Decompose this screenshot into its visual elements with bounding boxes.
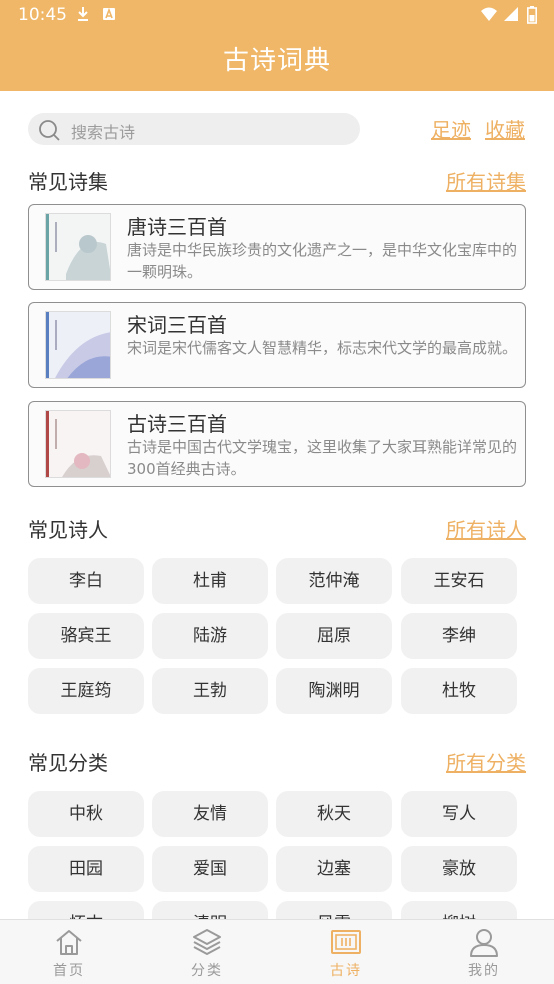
collection-name: 古诗三百首 xyxy=(127,412,227,436)
collection-name: 唐诗三百首 xyxy=(127,215,227,239)
app-header: 10:45 古诗词典 xyxy=(0,0,554,91)
status-bar: 10:45 xyxy=(0,0,554,32)
poet-chip[interactable]: 王安石 xyxy=(401,558,517,604)
download-icon xyxy=(78,7,88,21)
category-chip[interactable]: 豪放 xyxy=(401,846,517,892)
collections-title: 常见诗集 xyxy=(28,170,108,194)
tab-categories[interactable]: 分类 xyxy=(138,920,276,984)
collection-cover xyxy=(45,311,111,379)
categories-title: 常见分类 xyxy=(28,751,108,775)
tab-label: 古诗 xyxy=(330,963,362,979)
category-chip[interactable]: 写人 xyxy=(401,791,517,837)
scroll-icon xyxy=(331,930,361,954)
collection-desc: 唐诗是中华民族珍贵的文化遗产之一，是中华文化宝库中的一颗明珠。 xyxy=(127,241,518,281)
search-input[interactable]: 搜索古诗 xyxy=(28,113,360,145)
poet-chip[interactable]: 屈原 xyxy=(276,613,392,659)
collection-cover xyxy=(45,410,111,478)
poet-chip[interactable]: 杜甫 xyxy=(152,558,268,604)
tab-label: 分类 xyxy=(191,963,223,979)
battery-icon xyxy=(527,6,537,24)
poet-chip[interactable]: 陶渊明 xyxy=(276,668,392,714)
poet-chip[interactable]: 杜牧 xyxy=(401,668,517,714)
search-icon xyxy=(39,120,60,141)
layers-icon xyxy=(193,929,221,955)
poet-chip[interactable]: 范仲淹 xyxy=(276,558,392,604)
poets-title: 常见诗人 xyxy=(28,518,108,542)
status-time: 10:45 xyxy=(18,5,67,25)
category-chip[interactable]: 田园 xyxy=(28,846,144,892)
page-title: 古诗词典 xyxy=(222,46,331,76)
category-chip[interactable]: 秋天 xyxy=(276,791,392,837)
wifi-icon xyxy=(481,7,497,21)
tab-home[interactable]: 首页 xyxy=(0,920,138,984)
tab-poems[interactable]: 古诗 xyxy=(277,920,415,984)
all-poets-link[interactable]: 所有诗人 xyxy=(446,514,526,543)
collection-card-gushi[interactable]: 古诗三百首 古诗是中国古代文学瑰宝，这里收集了大家耳熟能详常见的300首经典古诗… xyxy=(28,401,526,487)
tab-profile[interactable]: 我的 xyxy=(415,920,553,984)
category-chip[interactable]: 中秋 xyxy=(28,791,144,837)
collection-name: 宋词三百首 xyxy=(127,313,227,337)
collection-card-song[interactable]: 宋词三百首 宋词是宋代儒客文人智慧精华，标志宋代文学的最高成就。 xyxy=(28,302,526,388)
favorites-link[interactable]: 收藏 xyxy=(485,114,525,143)
poet-chip[interactable]: 李绅 xyxy=(401,613,517,659)
all-categories-link[interactable]: 所有分类 xyxy=(446,747,526,776)
tab-label: 我的 xyxy=(468,963,500,979)
category-chip[interactable]: 友情 xyxy=(152,791,268,837)
app-notification-icon xyxy=(103,7,115,20)
bottom-nav: 首页 分类 古诗 我的 xyxy=(0,919,554,984)
footprints-link[interactable]: 足迹 xyxy=(431,114,471,143)
category-chip[interactable]: 边塞 xyxy=(276,846,392,892)
collection-desc: 古诗是中国古代文学瑰宝，这里收集了大家耳熟能详常见的300首经典古诗。 xyxy=(127,438,518,478)
all-collections-link[interactable]: 所有诗集 xyxy=(446,166,526,195)
poet-chip[interactable]: 李白 xyxy=(28,558,144,604)
poet-chip[interactable]: 陆游 xyxy=(152,613,268,659)
tab-label: 首页 xyxy=(53,963,85,979)
collection-desc: 宋词是宋代儒客文人智慧精华，标志宋代文学的最高成就。 xyxy=(127,339,518,357)
collection-card-tang[interactable]: 唐诗三百首 唐诗是中华民族珍贵的文化遗产之一，是中华文化宝库中的一颗明珠。 xyxy=(28,204,526,290)
category-chip[interactable]: 爱国 xyxy=(152,846,268,892)
user-icon xyxy=(470,929,498,957)
collection-cover xyxy=(45,213,111,281)
poet-chip[interactable]: 骆宾王 xyxy=(28,613,144,659)
home-icon xyxy=(56,930,82,955)
poet-chip[interactable]: 王庭筠 xyxy=(28,668,144,714)
signal-icon xyxy=(504,7,518,21)
poet-chip[interactable]: 王勃 xyxy=(152,668,268,714)
search-placeholder: 搜索古诗 xyxy=(71,123,136,142)
